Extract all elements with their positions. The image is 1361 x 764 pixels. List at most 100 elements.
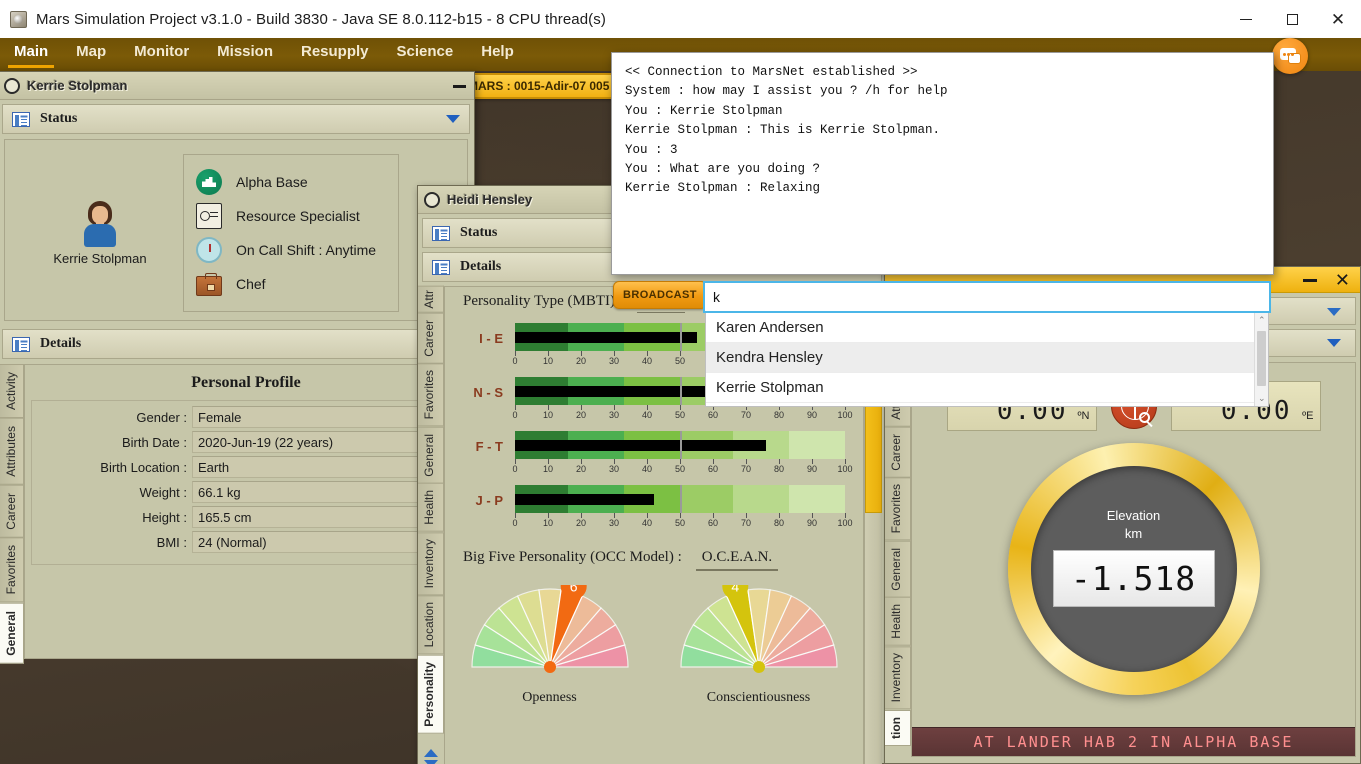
axis-tick-label: 60 <box>708 464 718 474</box>
axis-tick-label: 30 <box>609 518 619 528</box>
window-controls <box>453 72 466 100</box>
mbti-bar-axis: 0102030405060708090100 <box>515 513 845 531</box>
tab-activity[interactable]: Activity <box>0 364 24 418</box>
axis-tick-label: 80 <box>774 518 784 528</box>
id-card-icon <box>196 203 222 229</box>
menu-item-science[interactable]: Science <box>383 38 468 71</box>
minimize-button[interactable] <box>1223 0 1269 38</box>
tab-attributes[interactable]: Attr <box>418 286 444 313</box>
status-attribute-list: Alpha Base Resource Specialist On Call S… <box>183 154 399 312</box>
elevation-label: Elevation <box>1107 508 1160 523</box>
menu-item-monitor[interactable]: Monitor <box>120 38 203 71</box>
person-window-kerrie-stolpman[interactable]: Kerrie Stolpman Status Kerrie Stolpman <box>0 71 475 636</box>
axis-tick-label: 30 <box>609 410 619 420</box>
tab-health[interactable]: Health <box>418 483 444 532</box>
autocomplete-dropdown[interactable]: Karen Andersen Kendra Hensley Kerrie Sto… <box>705 313 1269 407</box>
tab-personality[interactable]: Personality <box>418 655 444 734</box>
tab-favorites[interactable]: Favorites <box>418 363 444 426</box>
tab-career[interactable]: Career <box>885 427 911 478</box>
list-item[interactable]: Kendra Hensley <box>706 343 1268 373</box>
chat-log-line: You : What are you doing ? <box>625 160 1260 179</box>
scroll-up-icon[interactable]: ⌃ <box>1258 315 1266 326</box>
axis-tick-label: 90 <box>807 518 817 528</box>
tab-scroll-controls[interactable] <box>418 745 444 764</box>
elevation-dial-face: Elevation km -1.518 <box>1031 466 1237 672</box>
list-item[interactable]: Karen Andersen <box>706 313 1268 343</box>
tab-favorites[interactable]: Favorites <box>0 537 24 602</box>
scroll-down-icon[interactable] <box>424 760 438 764</box>
menu-item-resupply[interactable]: Resupply <box>287 38 383 71</box>
status-section-header[interactable]: Status <box>2 104 470 134</box>
avatar-block: Kerrie Stolpman <box>45 201 155 266</box>
profile-label: Birth Date : <box>32 435 192 450</box>
chevron-up-icon[interactable] <box>1327 308 1341 316</box>
close-icon[interactable]: ✕ <box>1335 271 1350 289</box>
autocomplete-scrollbar[interactable]: ⌃ ⌄ <box>1254 313 1268 406</box>
list-item: Alpha Base <box>196 165 376 199</box>
app-icon <box>10 11 27 28</box>
tab-health[interactable]: Health <box>885 597 911 646</box>
scroll-down-icon[interactable]: ⌄ <box>1258 393 1266 404</box>
tab-location[interactable]: tion <box>885 710 911 746</box>
tab-general[interactable]: General <box>0 603 24 664</box>
close-button[interactable]: ✕ <box>1315 0 1361 38</box>
tab-general[interactable]: General <box>885 541 911 598</box>
chevron-down-icon[interactable] <box>1327 339 1341 347</box>
chat-console-window[interactable]: << Connection to MarsNet established >>S… <box>611 52 1274 275</box>
scrollbar-thumb[interactable] <box>1257 331 1266 386</box>
mbti-bar-label: J - P <box>445 485 515 508</box>
tab-general[interactable]: General <box>418 427 444 484</box>
longitude-unit: ºE <box>1302 410 1313 422</box>
chat-bubble-icon[interactable] <box>1272 38 1308 74</box>
axis-tick-label: 70 <box>741 518 751 528</box>
list-icon <box>12 337 30 352</box>
menu-item-map[interactable]: Map <box>62 38 120 71</box>
mbti-bar-fill <box>515 440 766 451</box>
axis-tick-label: 40 <box>642 464 652 474</box>
menu-item-help[interactable]: Help <box>467 38 528 71</box>
profile-title: Personal Profile <box>25 365 467 400</box>
scroll-up-icon[interactable] <box>424 749 438 757</box>
axis-tick-label: 10 <box>543 518 553 528</box>
minimize-icon[interactable] <box>1303 279 1317 282</box>
birth-date-field: 2020-Jun-19 (22 years) <box>192 431 454 453</box>
status-item-label: Resource Specialist <box>236 208 360 224</box>
menu-item-mission[interactable]: Mission <box>203 38 287 71</box>
axis-tick-label: 40 <box>642 410 652 420</box>
tab-career[interactable]: Career <box>0 485 24 538</box>
tab-favorites[interactable]: Favorites <box>885 477 911 540</box>
window-title-bar[interactable]: Kerrie Stolpman <box>0 72 474 100</box>
tab-inventory[interactable]: Inventory <box>885 646 911 709</box>
tab-attributes[interactable]: Attributes <box>0 418 24 485</box>
tab-inventory[interactable]: Inventory <box>418 532 444 595</box>
maximize-button[interactable] <box>1269 0 1315 38</box>
mbti-bar-row: F - T0102030405060708090100 <box>445 431 847 477</box>
svg-text:4: 4 <box>731 585 739 594</box>
chat-log-line: Kerrie Stolpman : Relaxing <box>625 179 1260 198</box>
location-tab-strip[interactable]: Attributes Career Favorites General Heal… <box>885 362 911 757</box>
list-item: Chef <box>196 267 376 301</box>
profile-label: Gender : <box>32 410 192 425</box>
details-section-label: Details <box>460 259 501 275</box>
details-section-header[interactable]: Details <box>2 329 470 359</box>
chat-input[interactable]: k <box>703 281 1271 313</box>
mbti-bar-axis: 0102030405060708090100 <box>515 405 845 423</box>
tab-location[interactable]: Location <box>418 595 444 654</box>
chevron-down-icon[interactable] <box>446 115 460 123</box>
kerrie-tab-strip[interactable]: Activity Attributes Career Favorites Gen… <box>0 364 24 659</box>
details-panel: Activity Attributes Career Favorites Gen… <box>0 364 468 659</box>
elevation-value: -1.518 <box>1053 550 1215 607</box>
menu-item-main[interactable]: Main <box>0 38 62 71</box>
tab-career[interactable]: Career <box>418 313 444 364</box>
minimize-icon[interactable] <box>453 85 466 88</box>
window-state-icon <box>4 78 20 94</box>
axis-tick-label: 30 <box>609 464 619 474</box>
chat-input-row: BROADCAST <box>613 281 707 309</box>
broadcast-button[interactable]: BROADCAST <box>613 281 707 309</box>
list-icon <box>12 112 30 127</box>
list-item[interactable]: Kerrie Stolpman <box>706 373 1268 403</box>
heidi-tab-strip[interactable]: Attr Career Favorites General Health Inv… <box>418 286 444 764</box>
weight-field: 66.1 kg <box>192 481 454 503</box>
axis-tick-label: 0 <box>512 518 517 528</box>
axis-tick-label: 10 <box>543 410 553 420</box>
